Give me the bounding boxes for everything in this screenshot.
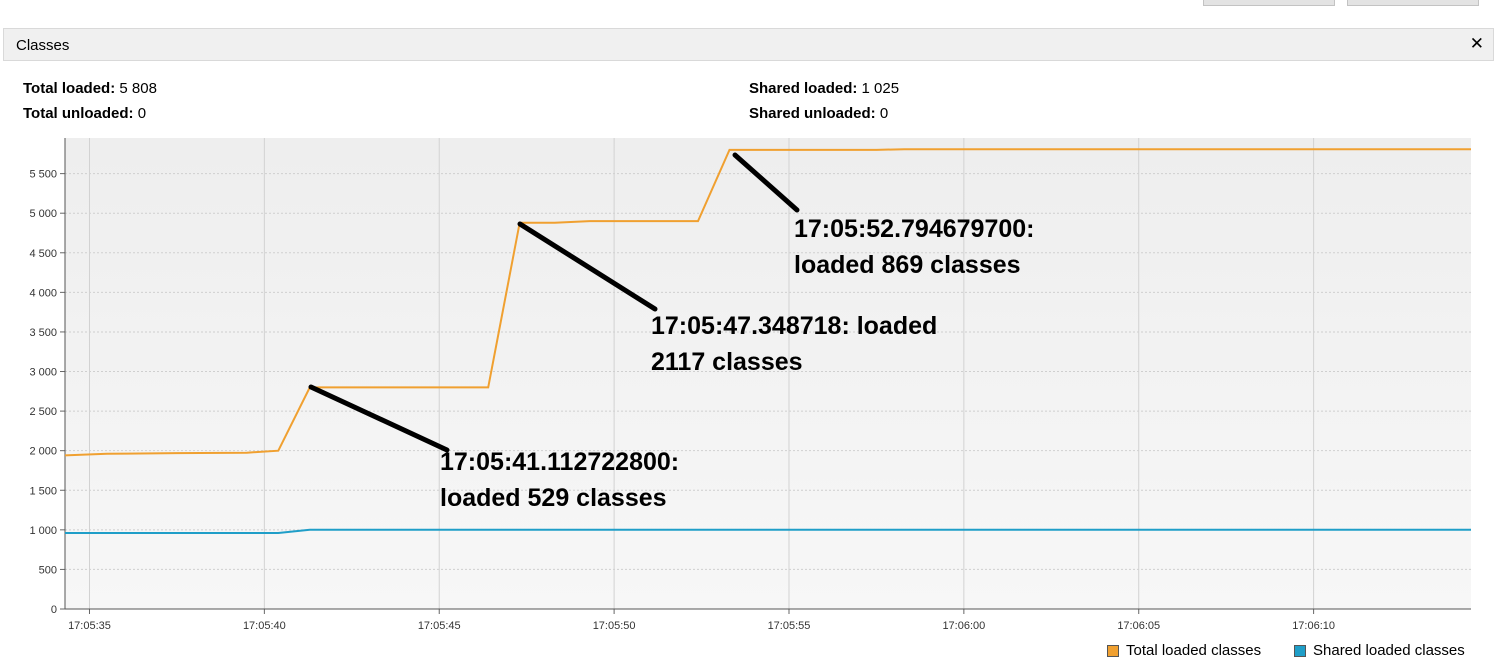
x-tick-label: 17:06:05 — [1117, 620, 1160, 632]
y-tick-label: 1 000 — [29, 525, 57, 537]
y-tick-label: 3 000 — [29, 367, 57, 379]
y-tick-label: 4 500 — [29, 248, 57, 260]
classes-chart: 0 500 1 000 1 500 2 000 2 500 3 000 3 500 4 000 4… — [29, 138, 1471, 632]
y-tick-label: 1 500 — [29, 485, 57, 497]
x-tick-label: 17:05:35 — [68, 620, 111, 632]
legend-total-label: Total loaded classes — [1126, 642, 1262, 659]
y-tick-label: 2 000 — [29, 446, 57, 458]
annotation-text-line1: 17:05:52.794679700: — [794, 215, 1034, 243]
x-tick-label: 17:05:55 — [768, 620, 811, 632]
annotation-text-line1: 17:05:47.348718: loaded — [651, 312, 937, 340]
annotation-text-line2: 2117 classes — [651, 348, 803, 376]
y-tick-label: 4 000 — [29, 287, 57, 299]
y-tick-label: 0 — [51, 604, 57, 616]
y-tick-label: 5 000 — [29, 208, 57, 220]
legend-shared-label: Shared loaded classes — [1313, 642, 1465, 659]
x-tick-label: 17:06:00 — [942, 620, 985, 632]
y-tick-label: 500 — [39, 564, 57, 576]
x-tick-label: 17:05:50 — [593, 620, 636, 632]
annotation-text-line2: loaded 869 classes — [794, 251, 1021, 279]
legend-shared-swatch — [1294, 644, 1306, 657]
y-tick-label: 5 500 — [29, 169, 57, 181]
x-tick-label: 17:05:45 — [418, 620, 461, 632]
legend-total-swatch — [1107, 644, 1119, 657]
y-tick-label: 3 500 — [29, 327, 57, 339]
legend-total: Total loaded classes — [1107, 642, 1261, 659]
annotation-text-line2: loaded 529 classes — [440, 484, 667, 512]
legend-shared: Shared loaded classes — [1294, 642, 1465, 659]
x-tick-label: 17:05:40 — [243, 620, 286, 632]
x-tick-label: 17:06:10 — [1292, 620, 1335, 632]
annotation-text-line1: 17:05:41.112722800: — [440, 448, 679, 476]
y-tick-label: 2 500 — [29, 406, 57, 418]
